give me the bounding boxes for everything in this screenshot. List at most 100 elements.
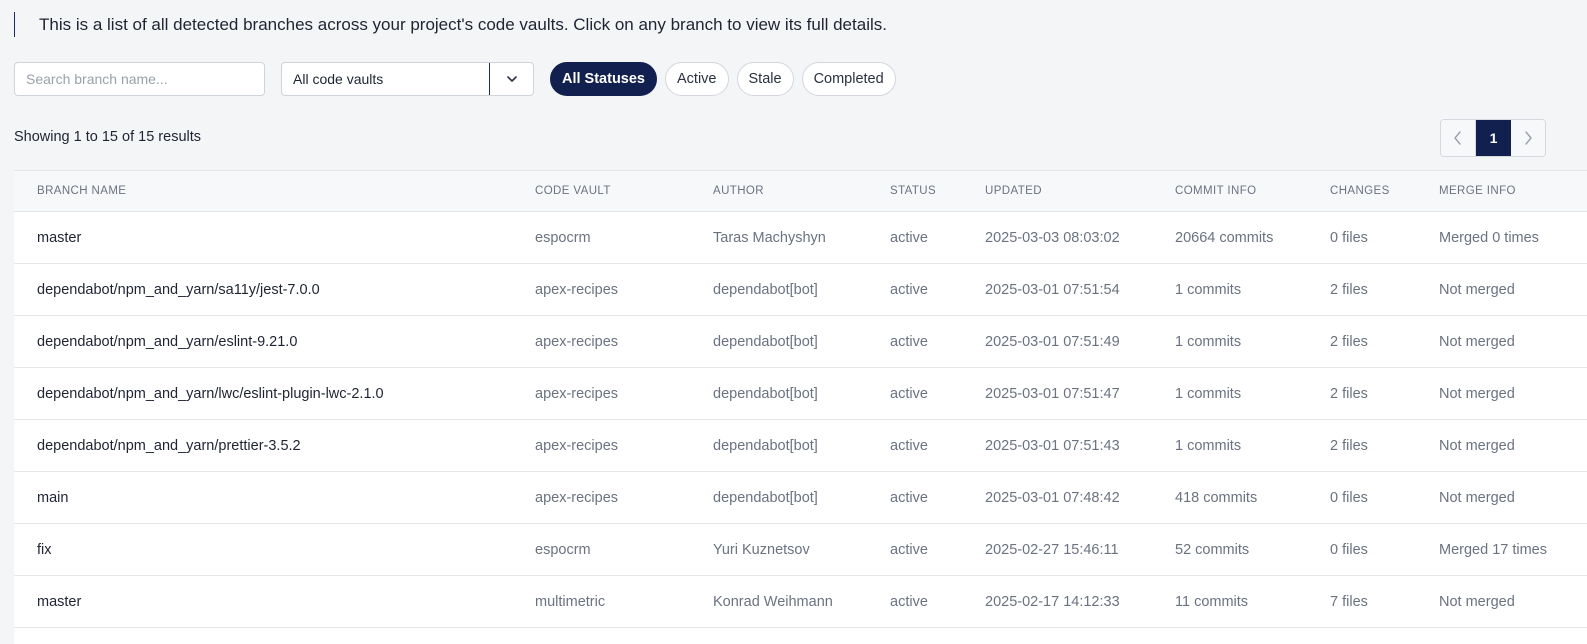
cell-code-vault: apex-recipes [535,263,713,316]
dropdown-toggle[interactable] [489,63,533,95]
cell-status: active [890,367,985,420]
column-header-author: AUTHOR [713,171,890,212]
cell-author: dependabot[bot] [713,263,890,316]
table-header-row: BRANCH NAME CODE VAULT AUTHOR STATUS UPDATED… [14,171,1587,212]
cell-changes: 0 files [1330,523,1439,576]
cell-changes: 2 files [1330,315,1439,368]
results-count: Showing 1 to 15 of 15 results [14,129,202,145]
branches-table: BRANCH NAME CODE VAULT AUTHOR STATUS UPDATED… [14,171,1587,628]
table-body: master espocrm Taras Machyshyn active 2025-0… [14,211,1587,628]
column-header-code-vault: CODE VAULT [535,171,713,212]
cell-status: active [890,419,985,472]
cell-status: active [890,575,985,628]
cell-author: dependabot[bot] [713,471,890,524]
status-filter-all-statuses[interactable]: All Statuses [550,62,657,96]
table-row[interactable]: dependabot/npm_and_yarn/eslint-9.21.0 ape… [14,315,1587,368]
cell-merge-info: Merged 17 times [1439,523,1587,576]
cell-commit-info: 418 commits [1175,471,1330,524]
cell-commit-info: 20664 commits [1175,211,1330,264]
cell-updated: 2025-03-01 07:51:49 [985,315,1175,368]
cell-code-vault: espocrm [535,211,713,264]
cell-updated: 2025-03-01 07:48:42 [985,471,1175,524]
cell-changes: 0 files [1330,211,1439,264]
cell-commit-info: 11 commits [1175,575,1330,628]
cell-commit-info: 1 commits [1175,263,1330,316]
page-description: This is a list of all detected branches … [14,12,887,37]
cell-branch-name[interactable]: fix [14,523,535,576]
page-1-button[interactable]: 1 [1476,120,1511,156]
filter-bar: All code vaults All StatusesActiveStaleC… [14,61,896,97]
cell-status: active [890,211,985,264]
cell-code-vault: apex-recipes [535,367,713,420]
cell-status: active [890,315,985,368]
cell-changes: 0 files [1330,471,1439,524]
status-filter-active[interactable]: Active [665,62,729,96]
cell-updated: 2025-02-17 14:12:33 [985,575,1175,628]
branches-table-container: BRANCH NAME CODE VAULT AUTHOR STATUS UPDATED… [14,170,1587,644]
column-header-merge-info: MERGE INFO [1439,171,1587,212]
table-row[interactable]: main apex-recipes dependabot[bot] active 202… [14,471,1587,524]
cell-updated: 2025-03-01 07:51:54 [985,263,1175,316]
cell-updated: 2025-02-27 15:46:11 [985,523,1175,576]
cell-merge-info: Not merged [1439,367,1587,420]
cell-updated: 2025-03-01 07:51:47 [985,367,1175,420]
cell-merge-info: Not merged [1439,263,1587,316]
next-page-button[interactable] [1511,120,1545,156]
table-row[interactable]: dependabot/npm_and_yarn/sa11y/jest-7.0.0… [14,263,1587,316]
status-filter-completed[interactable]: Completed [801,62,896,96]
cell-merge-info: Not merged [1439,315,1587,368]
table-row[interactable]: master espocrm Taras Machyshyn active 2025-0… [14,211,1587,264]
cell-author: dependabot[bot] [713,315,890,368]
cell-branch-name[interactable]: dependabot/npm_and_yarn/lwc/eslint-plugi… [14,367,535,420]
chevron-right-icon [1525,131,1532,145]
cell-status: active [890,523,985,576]
table-row[interactable]: master multimetric Konrad Weihmann active 20… [14,575,1587,628]
code-vault-dropdown[interactable]: All code vaults [281,62,534,96]
column-header-status: STATUS [890,171,985,212]
code-vault-selected: All code vaults [293,71,384,87]
cell-status: active [890,471,985,524]
table-row[interactable]: fix espocrm Yuri Kuznetsov active 2025-02-27… [14,523,1587,576]
cell-merge-info: Not merged [1439,419,1587,472]
cell-code-vault: apex-recipes [535,419,713,472]
search-branch-input[interactable] [14,62,265,96]
previous-page-button[interactable] [1441,120,1476,156]
column-header-updated: UPDATED [985,171,1175,212]
chevron-down-icon [506,76,517,82]
column-header-branch-name: BRANCH NAME [14,171,535,212]
table-row[interactable]: dependabot/npm_and_yarn/lwc/eslint-plugi… [14,367,1587,420]
cell-author: Yuri Kuznetsov [713,523,890,576]
cell-branch-name[interactable]: master [14,211,535,264]
pagination: 1 [1440,119,1546,157]
cell-branch-name[interactable]: dependabot/npm_and_yarn/sa11y/jest-7.0.0 [14,263,535,316]
cell-author: Konrad Weihmann [713,575,890,628]
cell-commit-info: 1 commits [1175,367,1330,420]
cell-updated: 2025-03-03 08:03:02 [985,211,1175,264]
cell-branch-name[interactable]: main [14,471,535,524]
column-header-commit-info: COMMIT INFO [1175,171,1330,212]
column-header-changes: CHANGES [1330,171,1439,212]
status-filter-stale[interactable]: Stale [736,62,794,96]
cell-merge-info: Not merged [1439,575,1587,628]
cell-branch-name[interactable]: dependabot/npm_and_yarn/prettier-3.5.2 [14,419,535,472]
cell-author: dependabot[bot] [713,419,890,472]
cell-code-vault: multimetric [535,575,713,628]
table-row[interactable]: dependabot/npm_and_yarn/prettier-3.5.2 ap… [14,419,1587,472]
cell-changes: 7 files [1330,575,1439,628]
cell-code-vault: apex-recipes [535,471,713,524]
cell-author: dependabot[bot] [713,367,890,420]
chevron-left-icon [1454,131,1461,145]
cell-branch-name[interactable]: master [14,575,535,628]
cell-branch-name[interactable]: dependabot/npm_and_yarn/eslint-9.21.0 [14,315,535,368]
cell-changes: 2 files [1330,367,1439,420]
cell-commit-info: 1 commits [1175,419,1330,472]
status-filter-group: All Statuses Active Stale Completed [534,62,896,96]
cell-updated: 2025-03-01 07:51:43 [985,419,1175,472]
cell-commit-info: 52 commits [1175,523,1330,576]
cell-author: Taras Machyshyn [713,211,890,264]
cell-merge-info: Not merged [1439,471,1587,524]
cell-status: active [890,263,985,316]
cell-merge-info: Merged 0 times [1439,211,1587,264]
cell-commit-info: 1 commits [1175,315,1330,368]
cell-code-vault: apex-recipes [535,315,713,368]
